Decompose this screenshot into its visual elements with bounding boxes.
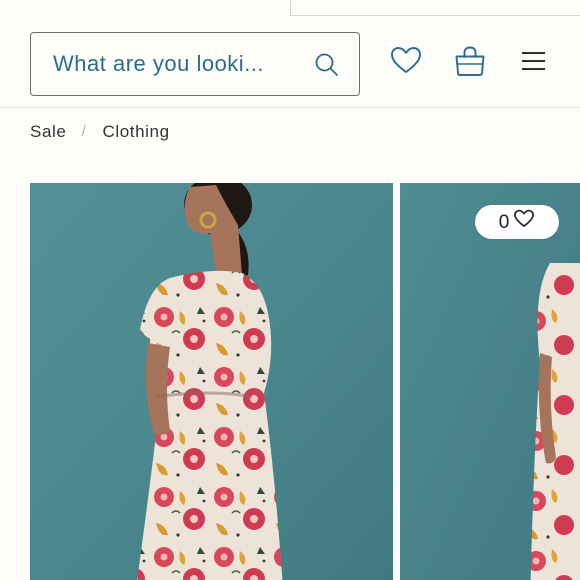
search-input[interactable]	[53, 51, 288, 77]
breadcrumb: Sale / Clothing	[30, 122, 170, 142]
page: Sale / Clothing	[0, 0, 580, 580]
product-card[interactable]: 0	[400, 183, 580, 580]
breadcrumb-item-clothing[interactable]: Clothing	[102, 122, 169, 142]
product-image[interactable]	[30, 183, 393, 580]
favorite-count: 0	[498, 211, 510, 233]
breadcrumb-item-sale[interactable]: Sale	[30, 122, 66, 142]
site-header	[0, 0, 580, 108]
favorite-button[interactable]: 0	[475, 205, 559, 239]
product-card[interactable]	[30, 183, 393, 580]
search-box[interactable]	[30, 32, 360, 96]
heart-icon	[513, 208, 535, 236]
product-image[interactable]	[400, 183, 580, 580]
breadcrumb-separator: /	[81, 123, 87, 140]
shopping-bag-icon[interactable]	[453, 44, 487, 78]
heart-icon[interactable]	[389, 44, 423, 78]
hamburger-menu-icon[interactable]	[517, 44, 551, 78]
search-icon[interactable]	[313, 51, 341, 79]
